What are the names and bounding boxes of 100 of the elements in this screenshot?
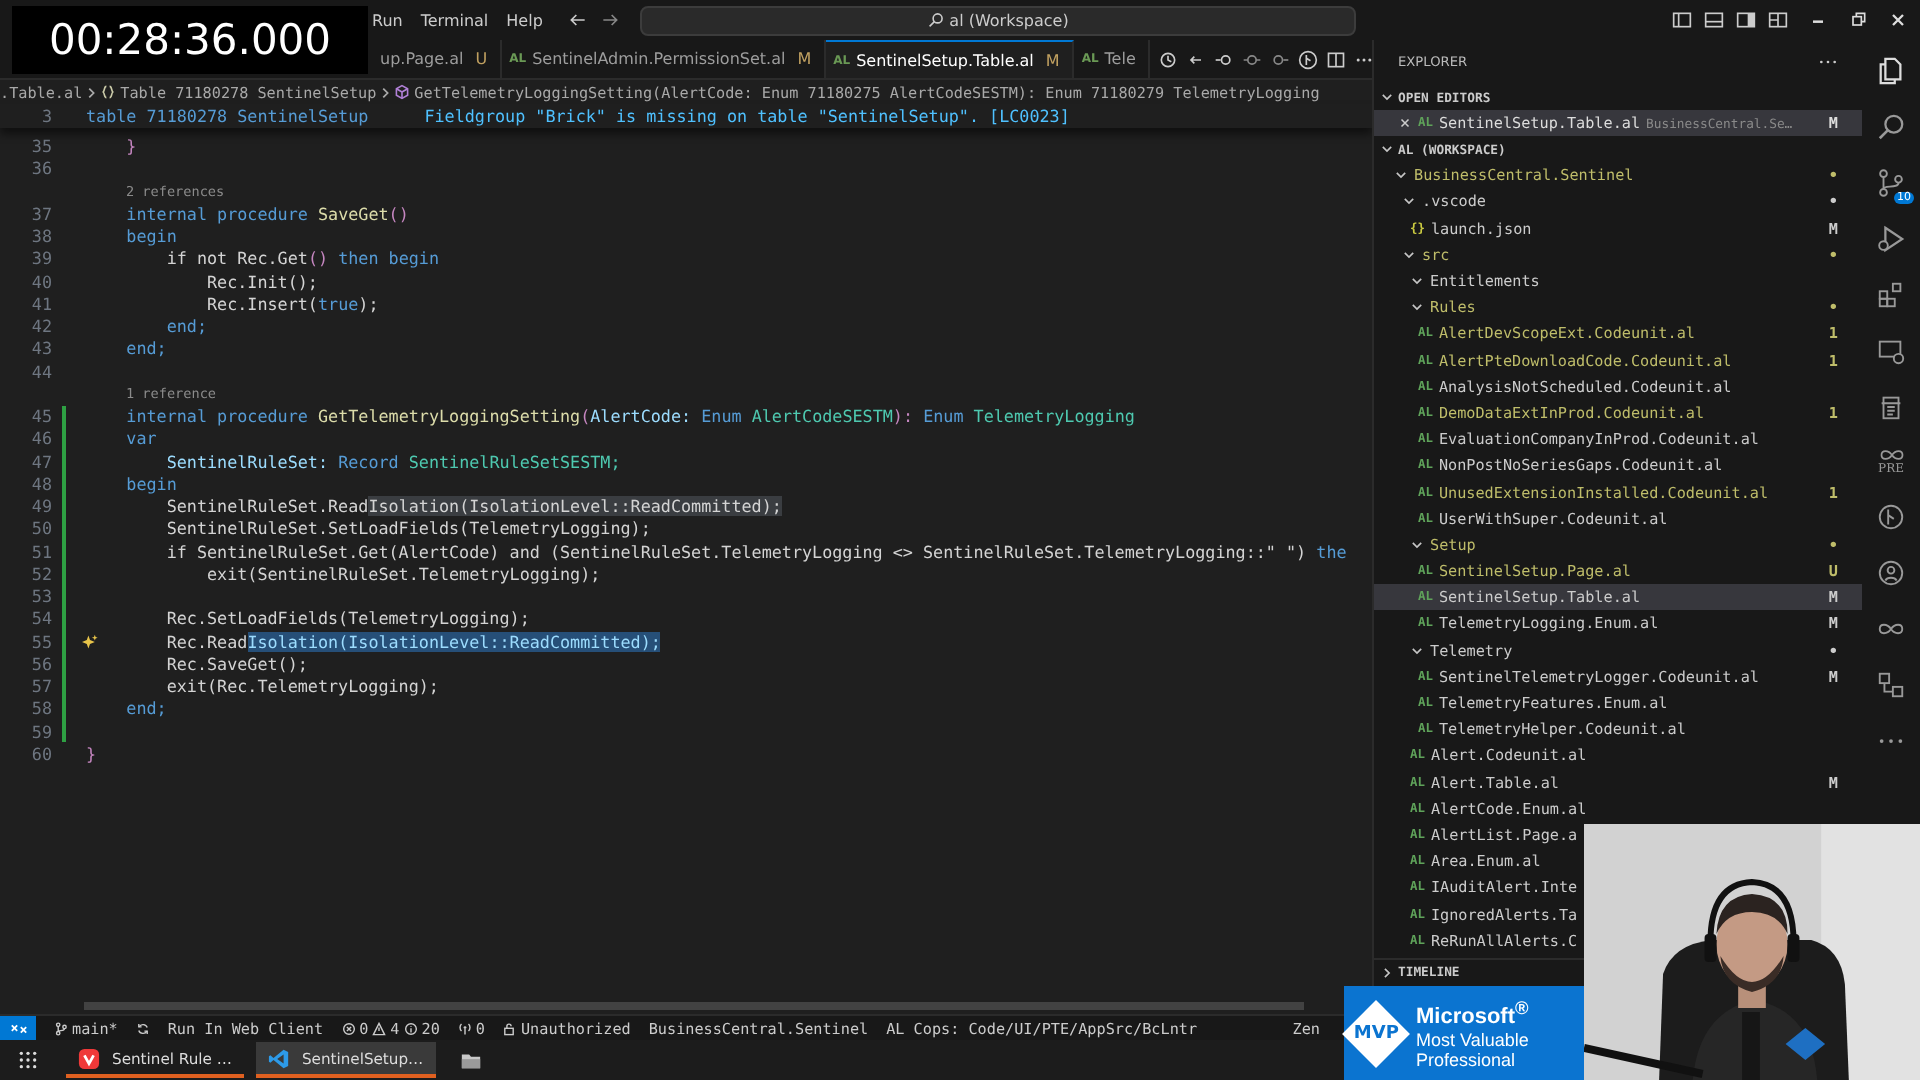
layout-icon[interactable] (1768, 10, 1788, 30)
line-number: 51 (29, 541, 52, 562)
app-grid-icon[interactable] (18, 1050, 38, 1071)
line-number: 3 (39, 106, 52, 126)
code-line: Rec.SetLoadFields(TelemetryLogging); (164, 608, 530, 629)
line-number: 46 (29, 428, 52, 449)
line-number: 49 (29, 496, 52, 517)
line-number: 38 (29, 226, 52, 247)
files-icon[interactable] (1876, 56, 1906, 86)
sparkle-icon[interactable] (82, 633, 98, 649)
editor-tab[interactable]: up.Page.al U (372, 40, 502, 78)
line-number: 47 (29, 451, 52, 472)
code-line: Rec.Insert(true); (205, 293, 379, 314)
secondary-sidebar-icon[interactable] (1736, 10, 1756, 30)
forward-icon[interactable] (600, 10, 620, 30)
browser-icon (78, 1047, 100, 1070)
status-letter: U (475, 50, 488, 68)
code-line: end; (124, 698, 167, 719)
line-number: 39 (29, 248, 52, 269)
line-number: 45 (29, 406, 52, 427)
previous-change-icon[interactable] (1213, 49, 1234, 69)
line-number: 43 (29, 338, 52, 359)
code-line: end; (124, 338, 167, 359)
code-line: SentinelRuleSet: Record SentinelRuleSetSESTM; (164, 451, 621, 472)
logo-text: MVP (1353, 1023, 1399, 1043)
search-icon[interactable] (1876, 112, 1906, 142)
cube-icon (394, 84, 411, 100)
line-number: 52 (29, 563, 52, 584)
warning-icon (372, 1021, 387, 1036)
line-number: 44 (29, 361, 52, 382)
remote-explorer-icon[interactable] (1876, 336, 1906, 366)
badge-text: Most Valuable (1416, 1029, 1529, 1050)
line-number: 54 (29, 608, 52, 629)
line-number: 35 (29, 136, 52, 157)
infinity-icon (1877, 448, 1905, 462)
info-icon (403, 1021, 418, 1036)
next-change-icon[interactable] (1269, 49, 1290, 69)
line-number: 56 (29, 653, 52, 674)
antenna-icon (457, 1021, 472, 1036)
chevron-icon (84, 85, 99, 99)
close-icon[interactable] (1398, 116, 1412, 131)
history-icon[interactable] (1157, 49, 1178, 69)
diagnostic-message: Fieldgroup "Brick" is missing on table "SentinelSetup". [LC0023] (424, 106, 1070, 126)
line-number: 37 (29, 203, 52, 224)
search-icon (927, 12, 944, 28)
menu-item[interactable]: Run (372, 11, 403, 29)
search-field[interactable]: al (Workspace) (640, 5, 1356, 35)
circle-icon[interactable] (1241, 49, 1262, 69)
sync-icon[interactable] (135, 1021, 150, 1036)
line-number: 36 (29, 158, 52, 179)
code-line: internal procedure GetTelemetryLoggingSetting(AlertCode: Enum AlertCodeSESTM): Enum TelemetryLogging (124, 406, 1135, 427)
back-icon[interactable] (568, 10, 588, 30)
line-number: 57 (29, 676, 52, 697)
split-editor-icon[interactable] (1325, 49, 1346, 69)
chevron-icon (1380, 142, 1394, 157)
line-number: 48 (29, 473, 52, 494)
code-line: begin (124, 226, 177, 247)
line-number: 55 (29, 631, 52, 652)
sidebar-toggle-icon[interactable] (1672, 10, 1692, 30)
chevron-icon (1380, 965, 1394, 980)
lock-icon (502, 1021, 517, 1036)
code-line: } (124, 136, 137, 157)
editor-icon (267, 1047, 290, 1070)
line-number: 60 (29, 743, 52, 764)
code-line: if not Rec.Get() then begin (164, 248, 439, 269)
line-number: 53 (29, 586, 52, 607)
menu-item[interactable]: Terminal (420, 11, 489, 29)
line-number: 59 (29, 721, 52, 742)
chevron-icon (1380, 90, 1394, 104)
person-circle-icon[interactable] (1876, 558, 1906, 588)
clipboard-icon[interactable] (1876, 392, 1906, 422)
code-line: internal procedure SaveGet() (124, 203, 409, 224)
code-line: Rec.SaveGet(); (164, 653, 308, 674)
status-letter: M (797, 50, 812, 68)
badge-text: Microsoft$^{®}$ (1416, 996, 1529, 1030)
badge-text: Professional (1416, 1049, 1518, 1070)
extensions-icon[interactable] (1876, 280, 1906, 310)
panel-toggle-icon[interactable] (1704, 10, 1724, 30)
code-line: table 71180278 SentinelSetup (86, 106, 369, 126)
chevron-icon (378, 85, 393, 99)
nodes-icon[interactable] (1876, 670, 1906, 700)
code-line: } (86, 743, 97, 764)
menu-item[interactable]: Help (506, 11, 543, 29)
line-number: 50 (29, 518, 52, 539)
folder-icon (459, 1049, 482, 1072)
code-line: SentinelRuleSet.SetLoadFields(TelemetryLogging); (164, 518, 651, 539)
scrollbar[interactable] (84, 1002, 1304, 1011)
restore-icon[interactable] (1848, 10, 1868, 30)
timer-overlay: 00:28:36.000 (12, 6, 368, 74)
remote-button[interactable] (0, 1016, 36, 1041)
close-icon[interactable] (1888, 10, 1908, 30)
code-line: Rec.Init(); (205, 271, 318, 292)
more-icon[interactable] (1818, 58, 1838, 66)
run-debug-icon[interactable] (1876, 224, 1906, 254)
code-line: end; (164, 316, 208, 337)
code-line: var (124, 428, 157, 449)
remote-icon (9, 1019, 27, 1038)
line-number: 42 (29, 316, 52, 337)
code-line: exit(SentinelRuleSet.TelemetryLogging); (205, 563, 601, 584)
braces-icon (100, 84, 117, 100)
